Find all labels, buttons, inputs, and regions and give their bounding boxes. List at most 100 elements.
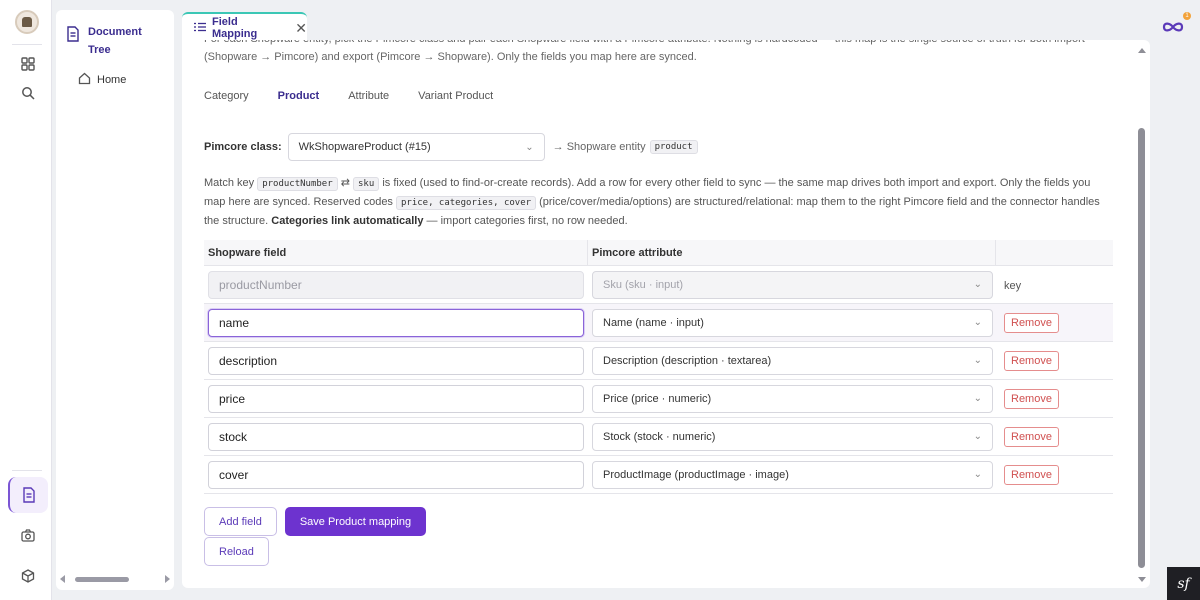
- scroll-down-icon[interactable]: [1138, 577, 1146, 582]
- row-action-cell: Remove: [1000, 388, 1059, 409]
- remove-button[interactable]: Remove: [1004, 464, 1059, 485]
- shopware-field-input[interactable]: stock: [208, 422, 584, 451]
- tab-product[interactable]: Product: [278, 90, 320, 106]
- pimcore-attribute-cell: Stock (stock · numeric) ⌄: [592, 422, 1000, 451]
- pimcore-attribute-cell: Sku (sku · input) ⌄: [592, 270, 1000, 299]
- document-icon[interactable]: [8, 477, 48, 513]
- swap-icon: ⇄: [340, 177, 350, 189]
- vertical-scrollbar[interactable]: [1136, 42, 1148, 588]
- entity-label: → Shopware entity: [552, 141, 646, 153]
- remove-button[interactable]: Remove: [1004, 350, 1059, 371]
- selected-value: WkShopwareProduct (#15): [298, 141, 431, 153]
- row-action-cell: key: [1000, 278, 1021, 292]
- shopware-field-input[interactable]: price: [208, 384, 584, 413]
- pimcore-attribute-cell: Description (description · textarea) ⌄: [592, 346, 1000, 375]
- tab-attribute[interactable]: Attribute: [348, 90, 389, 106]
- table-row: name Name (name · input) ⌄ Remove: [204, 304, 1113, 342]
- help-emphasis: Categories link automatically: [271, 215, 424, 227]
- selected-value: Stock (stock · numeric): [603, 430, 716, 443]
- intro-line: For each Shopware entity, pick the Pimco…: [204, 40, 1104, 48]
- pimcore-attribute-cell: Price (price · numeric) ⌄: [592, 384, 1000, 413]
- pimcore-attribute-select[interactable]: Stock (stock · numeric) ⌄: [592, 422, 993, 451]
- pimcore-attribute-select[interactable]: Price (price · numeric) ⌄: [592, 384, 993, 413]
- scroll-up-icon[interactable]: [1138, 48, 1146, 53]
- pimcore-attribute-select[interactable]: Name (name · input) ⌄: [592, 308, 993, 337]
- tree-header: Document Tree: [66, 23, 166, 59]
- shopware-field-input[interactable]: description: [208, 346, 584, 375]
- pimcore-attribute-cell: Name (name · input) ⌄: [592, 308, 1000, 337]
- shopware-field-input[interactable]: name: [208, 308, 584, 337]
- tab-field-mapping[interactable]: Field Mapping ✕: [182, 12, 307, 42]
- save-mapping-button[interactable]: Save Product mapping: [284, 507, 427, 536]
- selected-value: ProductImage (productImage · image): [603, 468, 789, 481]
- shopware-field-input: productNumber: [208, 270, 584, 299]
- chevron-down-icon: ⌄: [973, 317, 982, 328]
- table-header: Shopware field Pimcore attribute: [204, 239, 1113, 266]
- key-label: key: [1004, 279, 1022, 292]
- selected-value: Sku (sku · input): [603, 278, 684, 291]
- chevron-down-icon: ⌄: [973, 355, 982, 366]
- action-buttons: Add field Save Product mapping: [204, 507, 427, 536]
- scroll-left-icon[interactable]: [60, 575, 65, 583]
- table-row: productNumber Sku (sku · input) ⌄ key: [204, 266, 1113, 304]
- tree-item-home[interactable]: Home: [78, 72, 126, 88]
- row-action-cell: Remove: [1000, 464, 1059, 485]
- pimcore-class-label: Pimcore class:: [204, 141, 282, 153]
- shopware-field-input[interactable]: cover: [208, 460, 584, 489]
- selected-value: Price (price · numeric): [603, 392, 712, 405]
- help-text: Match key productNumber ⇄ sku is fixed (…: [204, 174, 1114, 230]
- remove-button[interactable]: Remove: [1004, 312, 1059, 333]
- symfony-toolbar-icon[interactable]: sf: [1167, 567, 1200, 600]
- search-icon[interactable]: [14, 79, 42, 107]
- tab-variant-product[interactable]: Variant Product: [418, 90, 493, 106]
- icon-rail: [0, 0, 52, 600]
- table-row: stock Stock (stock · numeric) ⌄ Remove: [204, 418, 1113, 456]
- scrollbar-thumb[interactable]: [1138, 128, 1145, 568]
- column-header-shopware-field: Shopware field: [204, 239, 588, 266]
- pimcore-attribute-select[interactable]: ProductImage (productImage · image) ⌄: [592, 460, 993, 489]
- add-field-button[interactable]: Add field: [204, 507, 277, 536]
- remove-button[interactable]: Remove: [1004, 388, 1059, 409]
- chevron-down-icon: ⌄: [525, 141, 534, 153]
- home-icon: [78, 72, 91, 88]
- scrollbar-thumb[interactable]: [75, 576, 129, 582]
- reload-button[interactable]: Reload: [204, 537, 269, 566]
- remove-button[interactable]: Remove: [1004, 426, 1059, 447]
- entity-tabs: Category Product Attribute Variant Produ…: [204, 90, 493, 106]
- shopware-field-cell: cover: [204, 460, 592, 489]
- cube-icon[interactable]: [14, 562, 42, 590]
- intro-line: (Shopware → Pimcore) and export (Pimcore…: [204, 51, 697, 63]
- shopware-field-cell: name: [204, 308, 592, 337]
- table-row: description Description (description · te…: [204, 342, 1113, 380]
- selected-value: Name (name · input): [603, 316, 704, 329]
- infinity-icon[interactable]: 1: [1160, 12, 1191, 36]
- close-icon[interactable]: ✕: [295, 20, 307, 37]
- horizontal-scrollbar[interactable]: [60, 574, 170, 584]
- app-logo[interactable]: [15, 10, 39, 34]
- chevron-down-icon: ⌄: [973, 393, 982, 404]
- pimcore-attribute-select: Sku (sku · input) ⌄: [592, 270, 993, 299]
- shopware-entity: → Shopware entity product: [553, 140, 698, 154]
- tree-item-label: Home: [97, 74, 127, 86]
- chevron-down-icon: ⌄: [973, 469, 982, 480]
- help-fragment: Match key: [204, 177, 255, 189]
- pimcore-attribute-cell: ProductImage (productImage · image) ⌄: [592, 460, 1000, 489]
- row-action-cell: Remove: [1000, 426, 1059, 447]
- chevron-down-icon: ⌄: [973, 431, 982, 442]
- tree-title: Document Tree: [88, 26, 142, 56]
- camera-icon[interactable]: [14, 521, 42, 549]
- mapping-table: Shopware field Pimcore attribute product…: [204, 239, 1113, 494]
- row-action-cell: Remove: [1000, 312, 1059, 333]
- grid-icon[interactable]: [14, 50, 42, 78]
- row-action-cell: Remove: [1000, 350, 1059, 371]
- scroll-right-icon[interactable]: [165, 575, 170, 583]
- intro-text: For each Shopware entity, pick the Pimco…: [204, 40, 1104, 66]
- pimcore-class-select[interactable]: WkShopwareProduct (#15) ⌄: [287, 133, 545, 161]
- pimcore-attribute-select[interactable]: Description (description · textarea) ⌄: [592, 346, 993, 375]
- help-fragment: — import categories first, no row needed…: [426, 215, 628, 227]
- tab-category[interactable]: Category: [204, 90, 249, 106]
- shopware-field-cell: description: [204, 346, 592, 375]
- document-tree-panel: Document Tree Home: [56, 10, 174, 590]
- help-code: sku: [353, 177, 380, 191]
- shopware-field-cell: productNumber: [204, 270, 592, 299]
